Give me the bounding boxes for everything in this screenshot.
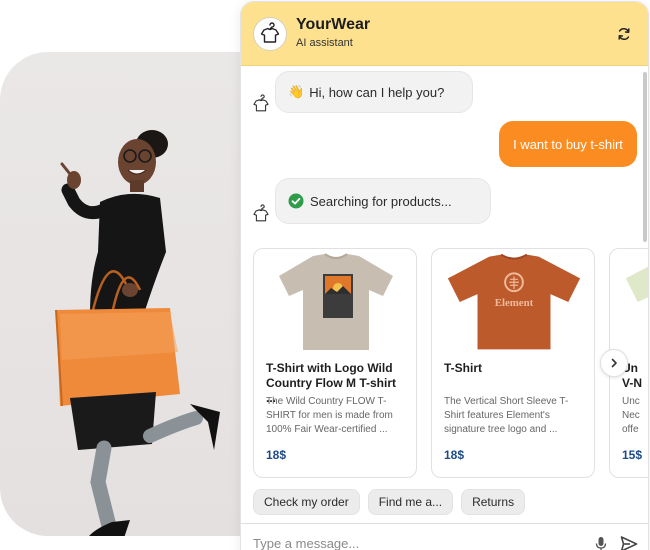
product-image: [262, 251, 410, 353]
product-price: 15$: [622, 448, 643, 462]
check-circle-icon: [288, 193, 304, 209]
refresh-button[interactable]: [612, 22, 636, 46]
bot-message: 👋 Hi, how can I help you?: [275, 71, 473, 113]
brand-subtitle: AI assistant: [296, 37, 353, 49]
refresh-icon: [618, 27, 630, 40]
chevron-right-icon: [611, 358, 617, 368]
product-description: Unc Nec offe: [622, 396, 640, 435]
message-input[interactable]: [253, 536, 584, 550]
element-logo-text: Element: [495, 297, 534, 309]
scrollbar[interactable]: [643, 72, 647, 242]
user-message-text: I want to buy t-shirt: [513, 136, 623, 152]
bot-avatar-icon: [253, 94, 269, 112]
brand-name: YourWear: [296, 16, 371, 33]
bot-status-message: Searching for products...: [275, 178, 491, 224]
message-composer: [241, 523, 648, 550]
product-image: Element: [440, 251, 588, 353]
user-message: I want to buy t-shirt: [499, 121, 637, 167]
product-description: The Wild Country FLOW T-SHIRT for men is…: [266, 396, 393, 435]
carousel-next-button[interactable]: [600, 349, 628, 377]
send-icon: [620, 535, 638, 550]
bot-avatar-icon: [253, 204, 269, 222]
product-price: 18$: [266, 448, 287, 462]
bot-status-text: Searching for products...: [310, 193, 452, 209]
mic-icon: [595, 536, 607, 550]
quick-replies: Check my order Find me a... Returns: [253, 489, 526, 515]
page: YourWear AI assistant 👋 Hi, how can I he…: [0, 0, 650, 550]
chat-widget: YourWear AI assistant 👋 Hi, how can I he…: [240, 1, 649, 550]
wave-emoji: 👋: [288, 84, 305, 99]
quick-reply-find-me[interactable]: Find me a...: [367, 489, 454, 515]
product-card[interactable]: Element T-Shirt The Vertical Short Sleev…: [431, 248, 595, 478]
quick-reply-check-order[interactable]: Check my order: [253, 489, 360, 515]
chat-header: YourWear AI assistant: [241, 2, 648, 66]
product-carousel[interactable]: T-Shirt with Logo Wild Country Flow M T-…: [253, 248, 648, 480]
product-image: [618, 251, 648, 353]
product-title: T-Shirt: [444, 361, 482, 375]
mic-button[interactable]: [590, 533, 612, 550]
send-button[interactable]: [618, 533, 640, 550]
hanger-shirt-icon: [253, 16, 287, 51]
product-card[interactable]: T-Shirt with Logo Wild Country Flow M T-…: [253, 248, 417, 478]
quick-reply-returns[interactable]: Returns: [461, 489, 526, 515]
product-description: The Vertical Short Sleeve T-Shirt featur…: [444, 396, 569, 435]
product-price: 18$: [444, 448, 465, 462]
bot-message-text: Hi, how can I help you?: [309, 84, 445, 100]
brand-block: YourWear AI assistant: [296, 16, 370, 51]
chat-messages[interactable]: 👋 Hi, how can I help you? I want to buy …: [241, 66, 648, 550]
